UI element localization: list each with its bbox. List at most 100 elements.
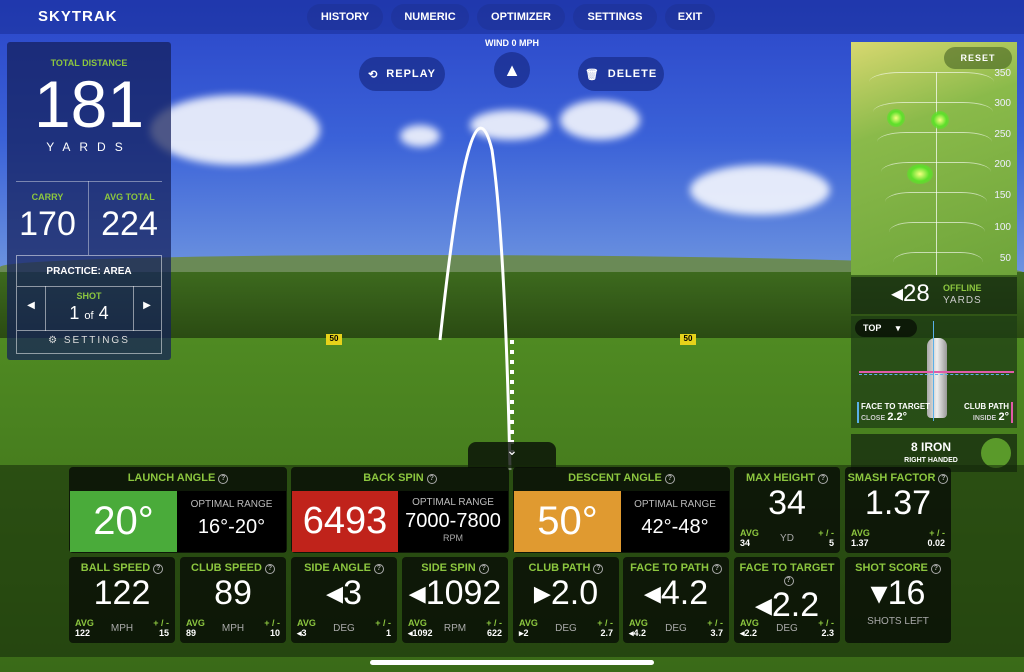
chevron-down-icon: ⌄	[506, 442, 518, 458]
metric-title: SIDE SPIN	[421, 562, 476, 574]
help-icon: ?	[426, 474, 437, 484]
wind-direction-arrow-icon: ▲	[494, 52, 530, 88]
back-spin-value: 6493	[292, 491, 398, 552]
metric-tile[interactable]: SIDE ANGLE? ◂3 AVG ◂3 DEG + / -1	[291, 557, 397, 643]
practice-mode[interactable]: PRACTICE: AREA	[17, 266, 161, 277]
view-dropdown[interactable]: TOP ▾	[855, 319, 917, 337]
metric-title: FACE TO PATH	[630, 562, 709, 574]
avg-label: AVG	[851, 528, 870, 538]
metric-tile[interactable]: CLUB PATH? ▸2.0 AVG ▸2 DEG + / -2.7	[513, 557, 619, 643]
nav-numeric[interactable]: NUMERIC	[391, 4, 469, 30]
reset-button[interactable]: RESET	[944, 47, 1012, 69]
metric-title: FACE TO TARGET	[739, 562, 835, 574]
metric-tile[interactable]: SIDE SPIN? ◂1092 AVG ◂1092 RPM + / -622	[402, 557, 508, 643]
club-path-line	[859, 371, 1014, 373]
launch-angle-tile[interactable]: LAUNCH ANGLE? 20° OPTIMAL RANGE 16°-20°	[69, 467, 287, 553]
help-icon[interactable]: ?	[478, 564, 489, 574]
plusminus-label: + / -	[153, 618, 169, 628]
metric-tile[interactable]: BALL SPEED? 122 AVG 122 MPH + / -15	[69, 557, 175, 643]
avg-total-label: AVG TOTAL	[104, 192, 155, 202]
metric-tile[interactable]: CLUB SPEED? 89 AVG 89 MPH + / -10	[180, 557, 286, 643]
shot-label: SHOT	[76, 291, 102, 301]
face-line	[859, 374, 1009, 375]
brand-logo: SKYTRAK	[38, 8, 118, 25]
offline-panel: ◂28 OFFLINE YARDS	[851, 277, 1017, 314]
settings-label: SETTINGS	[63, 335, 130, 346]
shot-of: of	[84, 310, 94, 322]
home-indicator	[370, 660, 654, 665]
help-icon[interactable]: ?	[264, 564, 275, 574]
delete-button[interactable]: 🗑 DELETE	[578, 57, 664, 91]
plusminus-value: 2.3	[821, 628, 834, 638]
metric-value: 34	[768, 484, 806, 522]
nav-optimizer[interactable]: OPTIMIZER	[477, 4, 565, 30]
shot-dot[interactable]	[887, 109, 905, 127]
metric-title: SIDE ANGLE	[304, 562, 371, 574]
yards-label: YARDS	[46, 140, 132, 154]
replay-button[interactable]: ⟲ REPLAY	[359, 57, 445, 91]
map-tick: 300	[994, 98, 1011, 109]
metric-tile[interactable]: MAX HEIGHT? 34 AVG 34 YD + / -5	[734, 467, 840, 553]
club-name: 8 IRON	[910, 440, 951, 454]
metric-value: ◂3	[326, 574, 362, 612]
offline-label: OFFLINE	[943, 283, 982, 293]
plusminus-value: 622	[486, 628, 502, 638]
metric-tile[interactable]: FACE TO TARGET? ◂2.2 AVG ◂2.2 DEG + / -2.3	[734, 557, 840, 643]
plusminus-value: 3.7	[710, 628, 723, 638]
help-icon[interactable]: ?	[783, 576, 794, 586]
delete-label: DELETE	[607, 68, 658, 80]
metric-title: SMASH FACTOR	[847, 472, 936, 484]
descent-optimal-range: 42°-48°	[641, 516, 709, 538]
backspin-optimal-range: 7000-7800	[405, 510, 501, 532]
descent-angle-tile[interactable]: DESCENT ANGLE? 50° OPTIMAL RANGE 42°-48°	[513, 467, 730, 553]
plusminus-label: + / -	[707, 618, 723, 628]
map-tick: 200	[994, 159, 1011, 170]
plusminus-value: 2.7	[600, 628, 613, 638]
offline-unit: YARDS	[943, 295, 982, 306]
club-face-view: TOP ▾ FACE TO TARGET CLOSE 2.2° CLUB PATH…	[851, 316, 1017, 428]
help-icon: ?	[930, 564, 941, 574]
shot-dot[interactable]	[931, 111, 949, 129]
metric-title: MAX HEIGHT	[745, 472, 816, 484]
carry-label: CARRY	[31, 192, 64, 202]
help-icon[interactable]: ?	[938, 474, 949, 484]
total-distance-value: 181	[33, 67, 145, 141]
plusminus-value: 15	[158, 628, 169, 638]
help-icon[interactable]: ?	[818, 474, 829, 484]
replay-label: REPLAY	[386, 68, 436, 80]
shot-dot-current[interactable]	[907, 164, 933, 184]
nav-settings[interactable]: SETTINGS	[573, 4, 657, 30]
face-to-target-readout: FACE TO TARGET CLOSE 2.2°	[857, 402, 930, 423]
plusminus-label: + / -	[818, 528, 834, 538]
metric-title: CLUB SPEED	[191, 562, 262, 574]
nav-exit[interactable]: EXIT	[665, 4, 715, 30]
plusminus-label: + / -	[597, 618, 613, 628]
shot-score-value: ▾16	[870, 574, 926, 612]
map-tick: 100	[994, 222, 1011, 233]
avg-value: 1.37	[851, 538, 869, 548]
help-icon[interactable]: ?	[711, 564, 722, 574]
shot-score-tile[interactable]: SHOT SCORE? ▾16 SHOTS LEFT	[845, 557, 951, 643]
plusminus-label: + / -	[375, 618, 391, 628]
prev-shot-button[interactable]: ◀	[17, 300, 45, 311]
avg-total-value: 224	[101, 205, 158, 243]
nav-history[interactable]: HISTORY	[307, 4, 383, 30]
practice-box: PRACTICE: AREA ◀ ▶ SHOT 1 of 4 ⚙ SETTING…	[16, 255, 162, 354]
metric-tile[interactable]: FACE TO PATH? ◂4.2 AVG ◂4.2 DEG + / -3.7	[623, 557, 729, 643]
settings-button[interactable]: ⚙ SETTINGS	[17, 335, 161, 346]
descent-angle-value: 50°	[514, 491, 621, 552]
help-icon[interactable]: ?	[593, 564, 604, 574]
shot-counter: 1 of 4	[45, 303, 133, 324]
map-tick: 50	[999, 253, 1011, 264]
back-spin-tile[interactable]: BACK SPIN? 6493 OPTIMAL RANGE 7000-7800 RP…	[291, 467, 509, 553]
wind-readout: WIND 0 MPH	[485, 38, 539, 48]
metric-value: 122	[93, 574, 151, 612]
next-shot-button[interactable]: ▶	[133, 300, 161, 311]
metric-tile[interactable]: SMASH FACTOR? 1.37 AVG 1.37 + / -0.02	[845, 467, 951, 553]
carry-value: 170	[19, 205, 76, 243]
help-icon[interactable]: ?	[153, 564, 164, 574]
help-icon[interactable]: ?	[373, 564, 384, 574]
shot-total: 4	[98, 303, 109, 323]
dispersion-map: RESET 350 300 250 200 150 100 50	[851, 42, 1017, 275]
metric-value: ◂4.2	[643, 574, 709, 612]
